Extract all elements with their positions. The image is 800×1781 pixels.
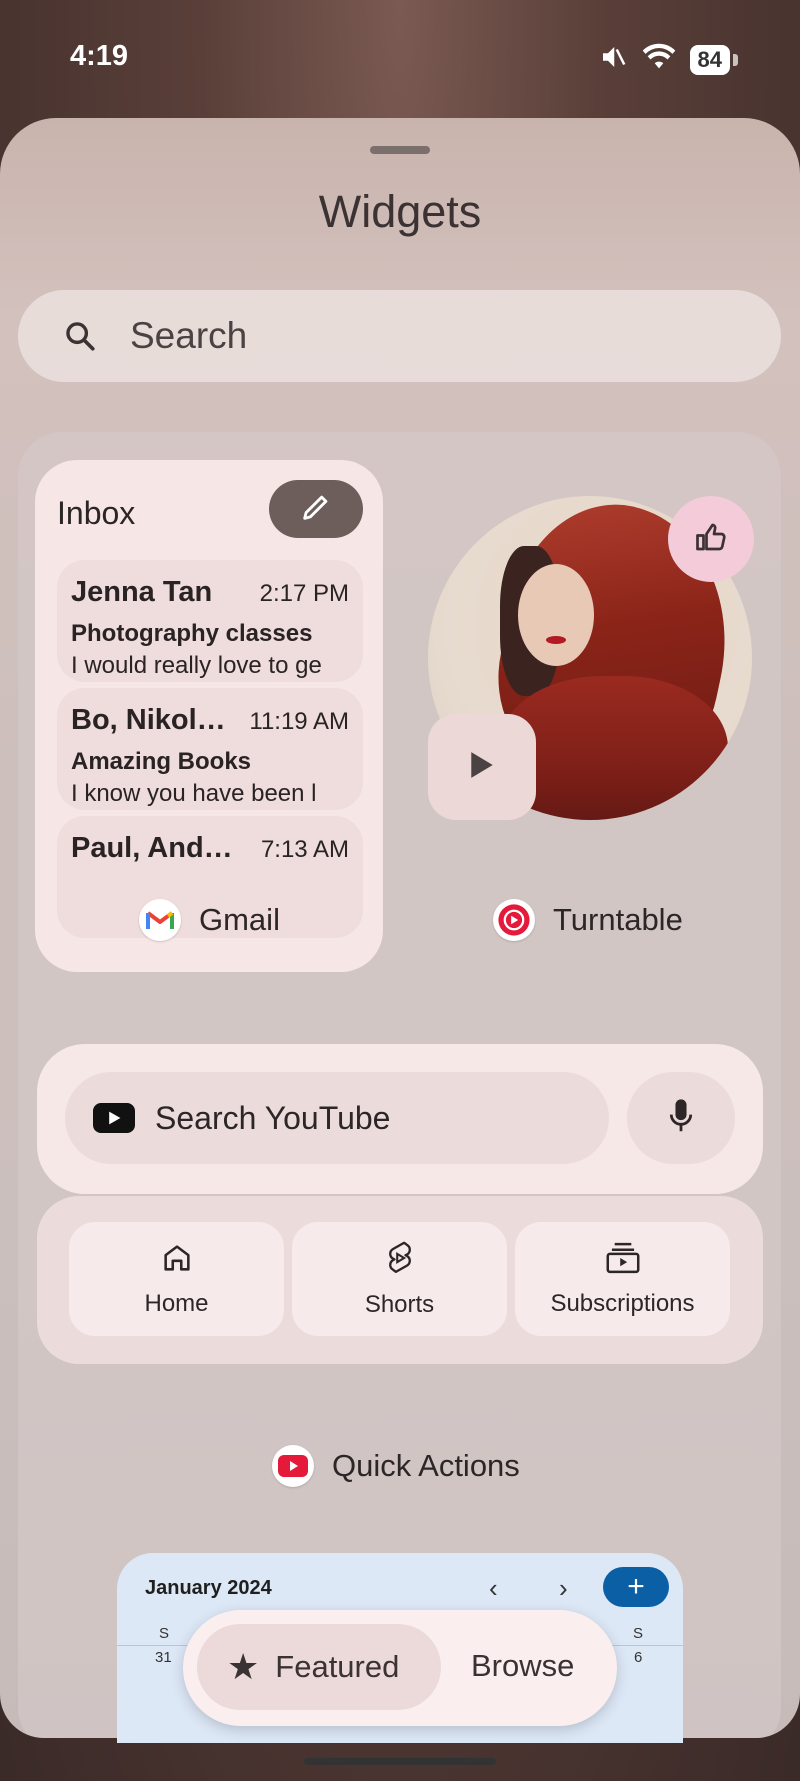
quick-actions-app-label: Quick Actions xyxy=(272,1445,520,1487)
calendar-date[interactable]: 31 xyxy=(155,1649,172,1666)
calendar-month: January 2024 xyxy=(145,1577,272,1599)
gesture-navigation-bar[interactable] xyxy=(304,1758,496,1765)
youtube-icon xyxy=(272,1445,314,1487)
mute-icon xyxy=(598,42,628,77)
calendar-day-of-week: S xyxy=(159,1625,170,1642)
shortcut-subscriptions[interactable]: Subscriptions xyxy=(515,1222,730,1336)
email-item[interactable]: Bo, Nikol… 11:19 AM Amazing Books I know… xyxy=(57,688,363,810)
turntable-icon xyxy=(493,899,535,941)
turntable-app-label: Turntable xyxy=(493,899,683,941)
shortcut-label: Home xyxy=(144,1289,209,1317)
drag-handle[interactable] xyxy=(370,146,430,154)
shortcut-label: Shorts xyxy=(364,1290,435,1318)
tab-browse[interactable]: Browse xyxy=(471,1648,574,1684)
tab-featured[interactable]: ★ Featured xyxy=(197,1624,441,1710)
wifi-icon xyxy=(642,42,676,77)
tab-featured-label: Featured xyxy=(275,1649,400,1684)
youtube-shortcuts-widget: Home Shorts Subscriptions xyxy=(37,1196,763,1364)
compose-button[interactable] xyxy=(269,480,363,538)
plus-icon: + xyxy=(627,1570,645,1603)
widget-tab-switcher: ★ Featured Browse xyxy=(183,1610,617,1726)
voice-search-button[interactable] xyxy=(627,1072,735,1164)
youtube-search-bar[interactable]: Search YouTube xyxy=(65,1072,609,1164)
mic-icon xyxy=(666,1098,696,1139)
youtube-search-widget: Search YouTube xyxy=(37,1044,763,1194)
star-icon: ★ xyxy=(227,1646,260,1687)
play-button[interactable] xyxy=(428,714,536,820)
sheet-title: Widgets xyxy=(318,186,482,237)
album-art-face xyxy=(518,564,594,666)
email-time: 11:19 AM xyxy=(249,708,349,735)
calendar-date[interactable]: 6 xyxy=(634,1649,642,1666)
email-sender: Bo, Nikol… xyxy=(71,704,226,736)
status-time: 4:19 xyxy=(70,40,129,72)
status-icons: 84 xyxy=(598,42,739,77)
youtube-search-label: Search YouTube xyxy=(155,1099,391,1136)
turntable-label: Turntable xyxy=(553,902,683,937)
add-event-button[interactable]: + xyxy=(603,1567,669,1607)
email-sender: Paul, And… xyxy=(71,832,233,864)
chevron-right-icon[interactable]: › xyxy=(559,1573,568,1604)
email-time: 7:13 AM xyxy=(260,836,349,863)
email-preview: I would really love to ge xyxy=(71,652,322,679)
email-sender: Jenna Tan xyxy=(71,576,213,608)
gmail-widget[interactable]: Inbox Jenna Tan 2:17 PM Photography clas… xyxy=(35,460,383,972)
subscriptions-icon xyxy=(605,1241,641,1280)
shortcut-label: Subscriptions xyxy=(550,1289,695,1317)
email-item[interactable]: Jenna Tan 2:17 PM Photography classes I … xyxy=(57,560,363,682)
email-time: 2:17 PM xyxy=(259,580,349,607)
album-art-lips xyxy=(546,636,566,644)
email-preview: I know you have been l xyxy=(71,780,317,807)
status-bar: 4:19 84 xyxy=(0,0,800,110)
search-placeholder: Search xyxy=(130,315,248,356)
inbox-title: Inbox xyxy=(57,495,136,531)
battery-indicator: 84 xyxy=(689,44,739,75)
quick-actions-label: Quick Actions xyxy=(332,1448,520,1483)
shorts-icon xyxy=(383,1240,417,1281)
shortcut-shorts[interactable]: Shorts xyxy=(292,1222,507,1336)
chevron-left-icon[interactable]: ‹ xyxy=(489,1573,498,1604)
widget-search-bar[interactable]: Search xyxy=(18,290,781,382)
email-subject: Amazing Books xyxy=(71,748,252,775)
gmail-label: Gmail xyxy=(199,902,280,937)
play-icon xyxy=(469,750,495,785)
home-icon xyxy=(160,1241,194,1280)
thumbs-up-button[interactable] xyxy=(668,496,754,582)
email-subject: Photography classes xyxy=(71,620,313,647)
search-icon xyxy=(60,316,100,356)
gmail-app-label: Gmail xyxy=(139,899,280,941)
gmail-icon xyxy=(139,899,181,941)
pencil-icon xyxy=(299,490,333,529)
calendar-day-of-week: S xyxy=(633,1625,644,1642)
shortcut-home[interactable]: Home xyxy=(69,1222,284,1336)
thumbs-up-icon xyxy=(693,519,729,560)
youtube-logo-icon xyxy=(93,1103,135,1133)
